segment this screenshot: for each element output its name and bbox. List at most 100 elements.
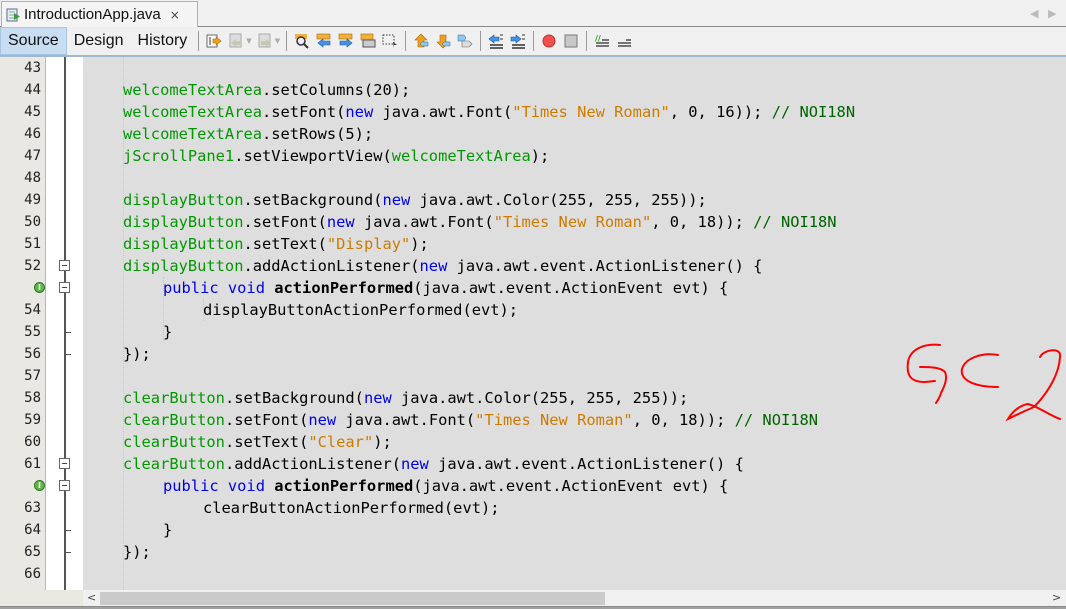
- code-line[interactable]: welcomeTextArea.setRows(5);: [123, 123, 373, 145]
- file-tab-title: IntroductionApp.java: [24, 6, 161, 23]
- code-line[interactable]: clearButton.setBackground(new java.awt.C…: [123, 387, 688, 409]
- line-number: 60: [24, 434, 41, 450]
- editor-toolbar: Source Design History ▼ ▼ //: [0, 27, 1066, 57]
- stop-macro-button[interactable]: [561, 31, 581, 51]
- find-button[interactable]: [292, 31, 312, 51]
- code-line[interactable]: public void actionPerformed(java.awt.eve…: [163, 475, 728, 497]
- indent-guide: [163, 277, 164, 343]
- code-line[interactable]: }: [163, 519, 172, 541]
- scroll-tabs-right-icon[interactable]: ▶: [1048, 7, 1056, 20]
- scrollbar-thumb[interactable]: [100, 592, 605, 605]
- line-number: 47: [24, 148, 41, 164]
- next-bookmark-icon: [436, 34, 451, 49]
- previous-bookmark-button[interactable]: [411, 31, 431, 51]
- fold-line: [64, 57, 66, 590]
- scroll-right-icon[interactable]: >: [1052, 591, 1061, 604]
- code-line[interactable]: welcomeTextArea.setColumns(20);: [123, 79, 410, 101]
- shift-left-button[interactable]: [486, 31, 506, 51]
- scroll-tabs-left-icon[interactable]: ◀: [1030, 7, 1038, 20]
- rectangular-selection-button[interactable]: [380, 31, 400, 51]
- fold-end-marker: [65, 354, 71, 355]
- indent-guide: [203, 299, 204, 321]
- back-dropdown-icon[interactable]: ▼: [246, 37, 251, 45]
- java-file-icon: [6, 8, 20, 21]
- line-number: 45: [24, 104, 41, 120]
- find-previous-button[interactable]: [314, 31, 334, 51]
- tab-design[interactable]: Design: [67, 27, 131, 55]
- tab-history[interactable]: History: [131, 27, 195, 55]
- find-next-button[interactable]: [336, 31, 356, 51]
- fold-toggle-icon[interactable]: [59, 282, 70, 293]
- line-number: 63: [24, 500, 41, 516]
- back-icon: [229, 33, 242, 48]
- fold-toggle-icon[interactable]: [59, 260, 70, 271]
- code-line[interactable]: displayButton.setFont(new java.awt.Font(…: [123, 211, 837, 233]
- code-editor[interactable]: 43 44 welcomeTextArea.setColumns(20); 45 wel…: [0, 57, 1066, 590]
- close-tab-icon[interactable]: ×: [170, 8, 180, 22]
- start-macro-icon: [542, 34, 556, 48]
- code-line[interactable]: displayButtonActionPerformed(evt);: [203, 299, 518, 321]
- uncomment-button[interactable]: [614, 31, 634, 51]
- comment-button[interactable]: //: [592, 31, 612, 51]
- svg-text://: //: [595, 34, 601, 43]
- find-next-icon: [338, 33, 353, 48]
- line-number: 46: [24, 126, 41, 142]
- line-number: 66: [24, 566, 41, 582]
- code-line[interactable]: clearButton.addActionListener(new java.a…: [123, 453, 744, 475]
- horizontal-scrollbar[interactable]: < >: [0, 590, 1066, 607]
- implements-method-icon[interactable]: I: [34, 282, 45, 293]
- line-number: 65: [24, 544, 41, 560]
- tab-source[interactable]: Source: [0, 27, 67, 55]
- line-number: 54: [24, 302, 41, 318]
- start-macro-button[interactable]: [539, 31, 559, 51]
- forward-icon: [258, 33, 271, 48]
- toggle-bookmark-button[interactable]: [455, 31, 475, 51]
- line-number: 58: [24, 390, 41, 406]
- code-line[interactable]: displayButton.setText("Display");: [123, 233, 429, 255]
- line-number: 43: [24, 60, 41, 76]
- code-line[interactable]: clearButtonActionPerformed(evt);: [203, 497, 500, 519]
- line-number: 49: [24, 192, 41, 208]
- forward-button[interactable]: [255, 31, 275, 51]
- scroll-left-icon[interactable]: <: [87, 591, 96, 604]
- find-previous-icon: [316, 33, 331, 48]
- rectangular-selection-icon: [382, 34, 398, 48]
- code-line[interactable]: }: [163, 321, 172, 343]
- line-number: 56: [24, 346, 41, 362]
- back-button[interactable]: [226, 31, 246, 51]
- toggle-highlight-icon: [360, 33, 376, 48]
- code-line[interactable]: displayButton.setBackground(new java.awt…: [123, 189, 707, 211]
- fold-toggle-icon[interactable]: [59, 480, 70, 491]
- code-line[interactable]: jScrollPane1.setViewportView(welcomeText…: [123, 145, 549, 167]
- code-line[interactable]: });: [123, 541, 151, 563]
- toolbar-separator: [286, 31, 288, 51]
- toolbar-separator: [405, 31, 407, 51]
- fold-toggle-icon[interactable]: [59, 458, 70, 469]
- code-line[interactable]: clearButton.setText("Clear");: [123, 431, 392, 453]
- toolbar-separator: [480, 31, 482, 51]
- line-number: 48: [24, 170, 41, 186]
- toggle-highlight-button[interactable]: [358, 31, 378, 51]
- next-bookmark-button[interactable]: [433, 31, 453, 51]
- line-number: 61: [24, 456, 41, 472]
- code-line[interactable]: clearButton.setFont(new java.awt.Font("T…: [123, 409, 818, 431]
- code-line[interactable]: });: [123, 343, 151, 365]
- line-number: 44: [24, 82, 41, 98]
- editor-tab-bar: IntroductionApp.java × ◀ ▶: [0, 0, 1066, 27]
- implements-method-icon[interactable]: I: [34, 480, 45, 491]
- line-number: 57: [24, 368, 41, 384]
- toolbar-separator: [533, 31, 535, 51]
- code-line[interactable]: welcomeTextArea.setFont(new java.awt.Fon…: [123, 101, 855, 123]
- forward-dropdown-icon[interactable]: ▼: [275, 37, 280, 45]
- code-line[interactable]: displayButton.addActionListener(new java…: [123, 255, 762, 277]
- file-tab[interactable]: IntroductionApp.java ×: [1, 1, 198, 27]
- code-line[interactable]: public void actionPerformed(java.awt.eve…: [163, 277, 728, 299]
- uncomment-icon: [618, 39, 632, 47]
- shift-right-icon: [510, 34, 526, 49]
- handwritten-annotation: [906, 343, 1062, 422]
- find-icon: [295, 34, 309, 49]
- shift-right-button[interactable]: [508, 31, 528, 51]
- line-number: 52: [24, 258, 41, 274]
- fold-end-marker: [65, 332, 71, 333]
- last-edit-button[interactable]: [204, 31, 224, 51]
